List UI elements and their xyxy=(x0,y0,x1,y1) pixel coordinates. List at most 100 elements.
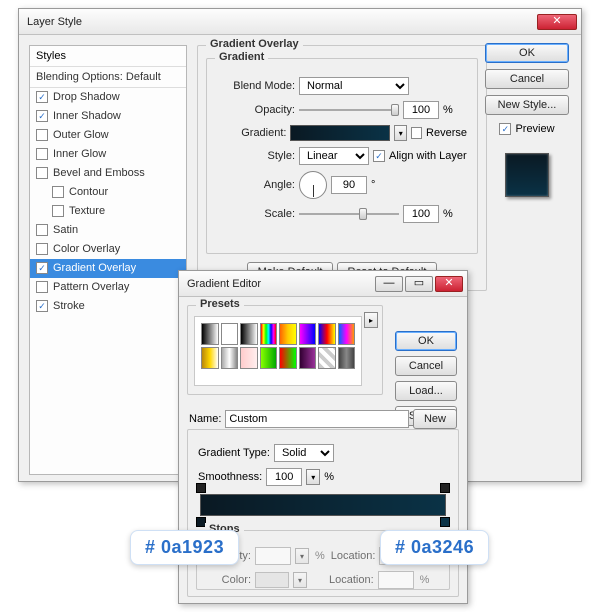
checkbox-icon[interactable]: ✓ xyxy=(36,300,48,312)
angle-dial[interactable] xyxy=(299,171,327,199)
opacity-stop-left[interactable] xyxy=(196,483,206,493)
gradient-config-panel: Gradient Type: Solid Smoothness: ▾ % Sto… xyxy=(187,429,459,597)
presets-panel: Presets ▸ xyxy=(187,305,383,395)
checkbox-icon[interactable] xyxy=(36,167,48,179)
style-item-texture[interactable]: Texture xyxy=(30,202,186,221)
angle-input[interactable] xyxy=(331,176,367,194)
align-checkbox[interactable]: ✓ xyxy=(373,150,385,162)
style-item-bevel-emboss[interactable]: Bevel and Emboss xyxy=(30,164,186,183)
preset-swatch[interactable] xyxy=(299,347,317,369)
preset-swatch[interactable] xyxy=(240,323,258,345)
opacity-slider[interactable] xyxy=(299,103,399,117)
align-label: Align with Layer xyxy=(389,150,467,162)
styles-header[interactable]: Styles xyxy=(30,46,186,67)
preset-swatch[interactable] xyxy=(279,347,297,369)
gradient-bar[interactable] xyxy=(200,494,446,516)
preset-swatch[interactable] xyxy=(221,347,239,369)
style-item-satin[interactable]: Satin xyxy=(30,221,186,240)
style-item-pattern-overlay[interactable]: Pattern Overlay xyxy=(30,278,186,297)
smooth-label: Smoothness: xyxy=(198,471,262,483)
angle-unit: ° xyxy=(371,179,375,191)
gradient-overlay-legend: Gradient Overlay xyxy=(206,38,303,50)
preset-swatch[interactable] xyxy=(338,347,356,369)
stop-opacity-input xyxy=(255,547,291,565)
style-label: Style: xyxy=(217,150,295,162)
minimize-icon[interactable]: — xyxy=(375,276,403,292)
presets-legend: Presets xyxy=(196,298,244,310)
preset-swatch[interactable] xyxy=(318,347,336,369)
preset-swatch[interactable] xyxy=(201,347,219,369)
close-icon[interactable]: ✕ xyxy=(435,276,463,292)
blend-mode-select[interactable]: Normal xyxy=(299,77,409,95)
preset-swatch[interactable] xyxy=(299,323,317,345)
ge-ok-button[interactable]: OK xyxy=(395,331,457,351)
presets-menu-icon[interactable]: ▸ xyxy=(364,312,378,328)
checkbox-icon[interactable] xyxy=(36,224,48,236)
preset-swatch[interactable] xyxy=(201,323,219,345)
color-stop-right[interactable] xyxy=(440,517,450,527)
style-item-inner-shadow[interactable]: ✓Inner Shadow xyxy=(30,107,186,126)
style-item-inner-glow[interactable]: Inner Glow xyxy=(30,145,186,164)
checkbox-icon[interactable] xyxy=(52,186,64,198)
name-label: Name: xyxy=(189,413,221,425)
style-select[interactable]: Linear xyxy=(299,147,369,165)
reverse-checkbox[interactable] xyxy=(411,127,422,139)
stop-location-label-2: Location: xyxy=(329,574,374,586)
preset-grid[interactable] xyxy=(194,316,362,386)
preset-swatch[interactable] xyxy=(260,323,278,345)
preview-label: Preview xyxy=(515,123,554,135)
angle-label: Angle: xyxy=(217,179,295,191)
name-input[interactable] xyxy=(225,410,409,428)
blending-options-item[interactable]: Blending Options: Default xyxy=(30,67,186,88)
preset-swatch[interactable] xyxy=(318,323,336,345)
gradient-swatch[interactable] xyxy=(290,125,390,141)
preset-swatch[interactable] xyxy=(279,323,297,345)
preset-swatch[interactable] xyxy=(221,323,239,345)
checkbox-icon[interactable]: ✓ xyxy=(36,110,48,122)
checkbox-icon[interactable] xyxy=(36,243,48,255)
scale-unit: % xyxy=(443,208,453,220)
style-item-contour[interactable]: Contour xyxy=(30,183,186,202)
style-item-gradient-overlay[interactable]: ✓Gradient Overlay xyxy=(30,259,186,278)
chevron-down-icon[interactable]: ▾ xyxy=(394,125,407,141)
preset-swatch[interactable] xyxy=(240,347,258,369)
new-button[interactable]: New xyxy=(413,409,457,429)
opacity-input[interactable] xyxy=(403,101,439,119)
preset-swatch[interactable] xyxy=(260,347,278,369)
scale-input[interactable] xyxy=(403,205,439,223)
checkbox-icon[interactable]: ✓ xyxy=(36,91,48,103)
gradient-editor-title: Gradient Editor xyxy=(187,278,373,290)
checkbox-icon[interactable] xyxy=(36,148,48,160)
callout-color-left: # 0a1923 xyxy=(130,530,239,565)
right-button-column: OK Cancel New Style... ✓ Preview xyxy=(485,43,569,197)
scale-label: Scale: xyxy=(217,208,295,220)
cancel-button[interactable]: Cancel xyxy=(485,69,569,89)
checkbox-icon[interactable]: ✓ xyxy=(36,262,48,274)
new-style-button[interactable]: New Style... xyxy=(485,95,569,115)
ge-load-button[interactable]: Load... xyxy=(395,381,457,401)
smooth-input[interactable] xyxy=(266,468,302,486)
styles-panel: Styles Blending Options: Default ✓Drop S… xyxy=(29,45,187,475)
opacity-label: Opacity: xyxy=(217,104,295,116)
style-item-drop-shadow[interactable]: ✓Drop Shadow xyxy=(30,88,186,107)
preview-checkbox[interactable]: ✓ xyxy=(499,123,511,135)
checkbox-icon[interactable] xyxy=(52,205,64,217)
checkbox-icon[interactable] xyxy=(36,129,48,141)
scale-slider[interactable] xyxy=(299,207,399,221)
opacity-stop-right[interactable] xyxy=(440,483,450,493)
gradient-sub-panel: Gradient Blend Mode: Normal Opacity: % G… xyxy=(206,58,478,254)
type-select[interactable]: Solid xyxy=(274,444,334,462)
ok-button[interactable]: OK xyxy=(485,43,569,63)
layer-style-titlebar[interactable]: Layer Style ✕ xyxy=(19,9,581,35)
chevron-down-icon[interactable]: ▾ xyxy=(306,469,320,485)
preset-swatch[interactable] xyxy=(338,323,356,345)
checkbox-icon[interactable] xyxy=(36,281,48,293)
maximize-icon[interactable]: ▭ xyxy=(405,276,433,292)
close-icon[interactable]: ✕ xyxy=(537,14,577,30)
gradient-overlay-panel: Gradient Overlay Gradient Blend Mode: No… xyxy=(197,45,487,291)
gradient-editor-titlebar[interactable]: Gradient Editor — ▭ ✕ xyxy=(179,271,467,297)
ge-cancel-button[interactable]: Cancel xyxy=(395,356,457,376)
style-item-outer-glow[interactable]: Outer Glow xyxy=(30,126,186,145)
style-item-color-overlay[interactable]: Color Overlay xyxy=(30,240,186,259)
style-item-stroke[interactable]: ✓Stroke xyxy=(30,297,186,316)
